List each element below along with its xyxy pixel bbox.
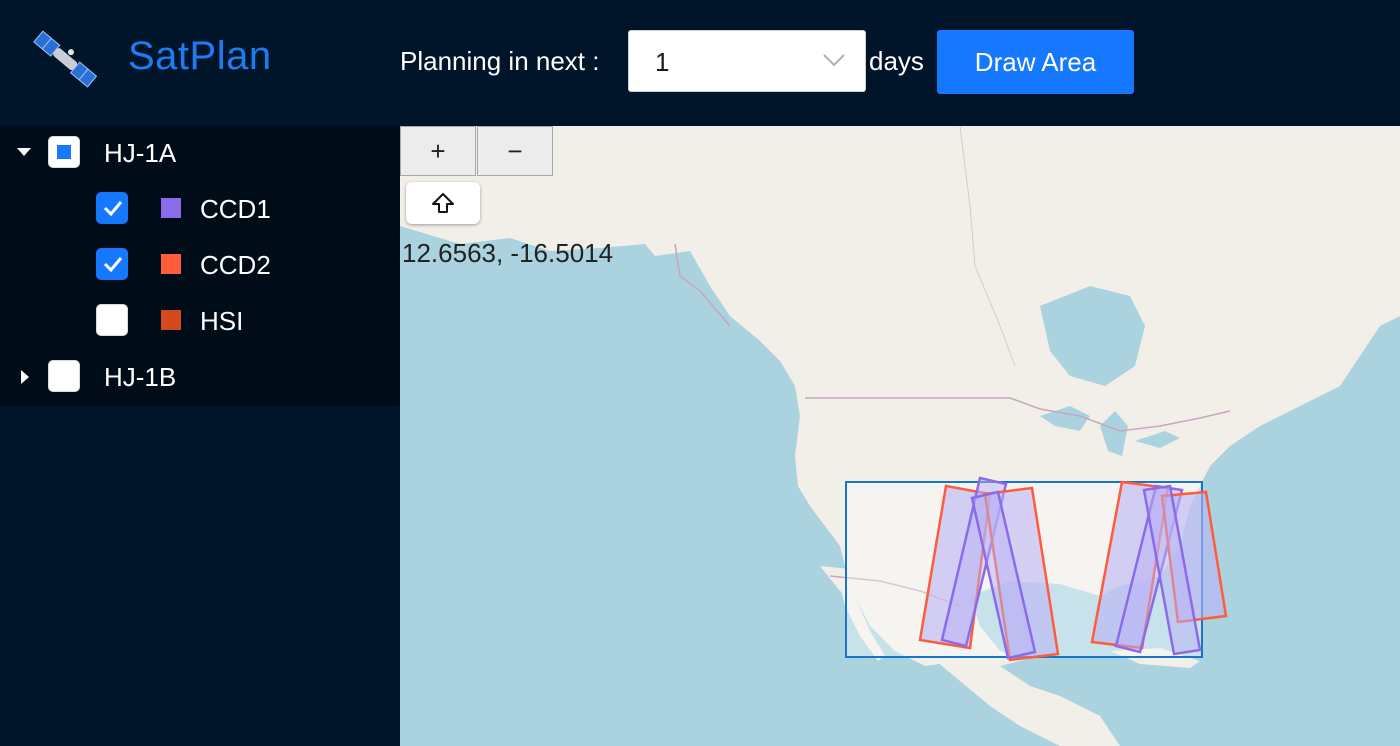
tree-label-hj1a: HJ-1A [104,138,177,168]
checkbox-ccd1[interactable] [96,192,128,224]
checkbox-ccd2[interactable] [96,248,128,280]
home-button[interactable] [406,182,480,224]
tree-label-ccd2: CCD2 [200,250,271,280]
app-title: SatPlan [128,34,272,78]
checkbox-hj1b[interactable] [48,360,80,392]
check-icon [103,257,123,272]
satellite-icon [30,30,98,94]
chevron-down-icon [823,54,845,67]
days-select[interactable]: 1 [628,30,866,92]
satellite-tree: HJ-1A CCD1 CCD2 HSI HJ-1B [0,126,400,406]
caret-right-icon[interactable] [21,370,29,384]
arrow-up-icon [432,193,454,213]
days-select-value: 1 [655,47,670,77]
header-bar: SatPlan Planning in next : 1 days Draw A… [0,0,1400,126]
tree-node-ccd1[interactable]: CCD1 [0,182,400,238]
draw-area-button[interactable]: Draw Area [937,30,1134,94]
planning-label: Planning in next : [400,46,600,76]
tree-node-hj1b[interactable]: HJ-1B [0,350,400,406]
tree-label-ccd1: CCD1 [200,194,271,224]
check-icon [103,201,123,216]
overlay-layer [845,476,1228,662]
tree-label-hj1b: HJ-1B [104,362,177,392]
checkbox-hsi[interactable] [96,304,128,336]
checkbox-hj1a[interactable] [48,136,80,168]
map-view[interactable]: + − 12.6563, -16.5014 [400,126,1400,746]
caret-down-icon[interactable] [17,148,31,156]
days-label: days [869,46,924,76]
ccd1-color-swatch [161,198,181,218]
zoom-in-button[interactable]: + [400,126,476,176]
tree-node-ccd2[interactable]: CCD2 [0,238,400,294]
tree-node-hsi[interactable]: HSI [0,294,400,350]
zoom-out-button[interactable]: − [477,126,553,176]
tree-label-hsi: HSI [200,306,244,336]
ccd2-color-swatch [161,254,181,274]
coordinate-readout: 12.6563, -16.5014 [402,238,614,268]
tree-node-hj1a[interactable]: HJ-1A [0,126,400,182]
hsi-color-swatch [161,310,181,330]
